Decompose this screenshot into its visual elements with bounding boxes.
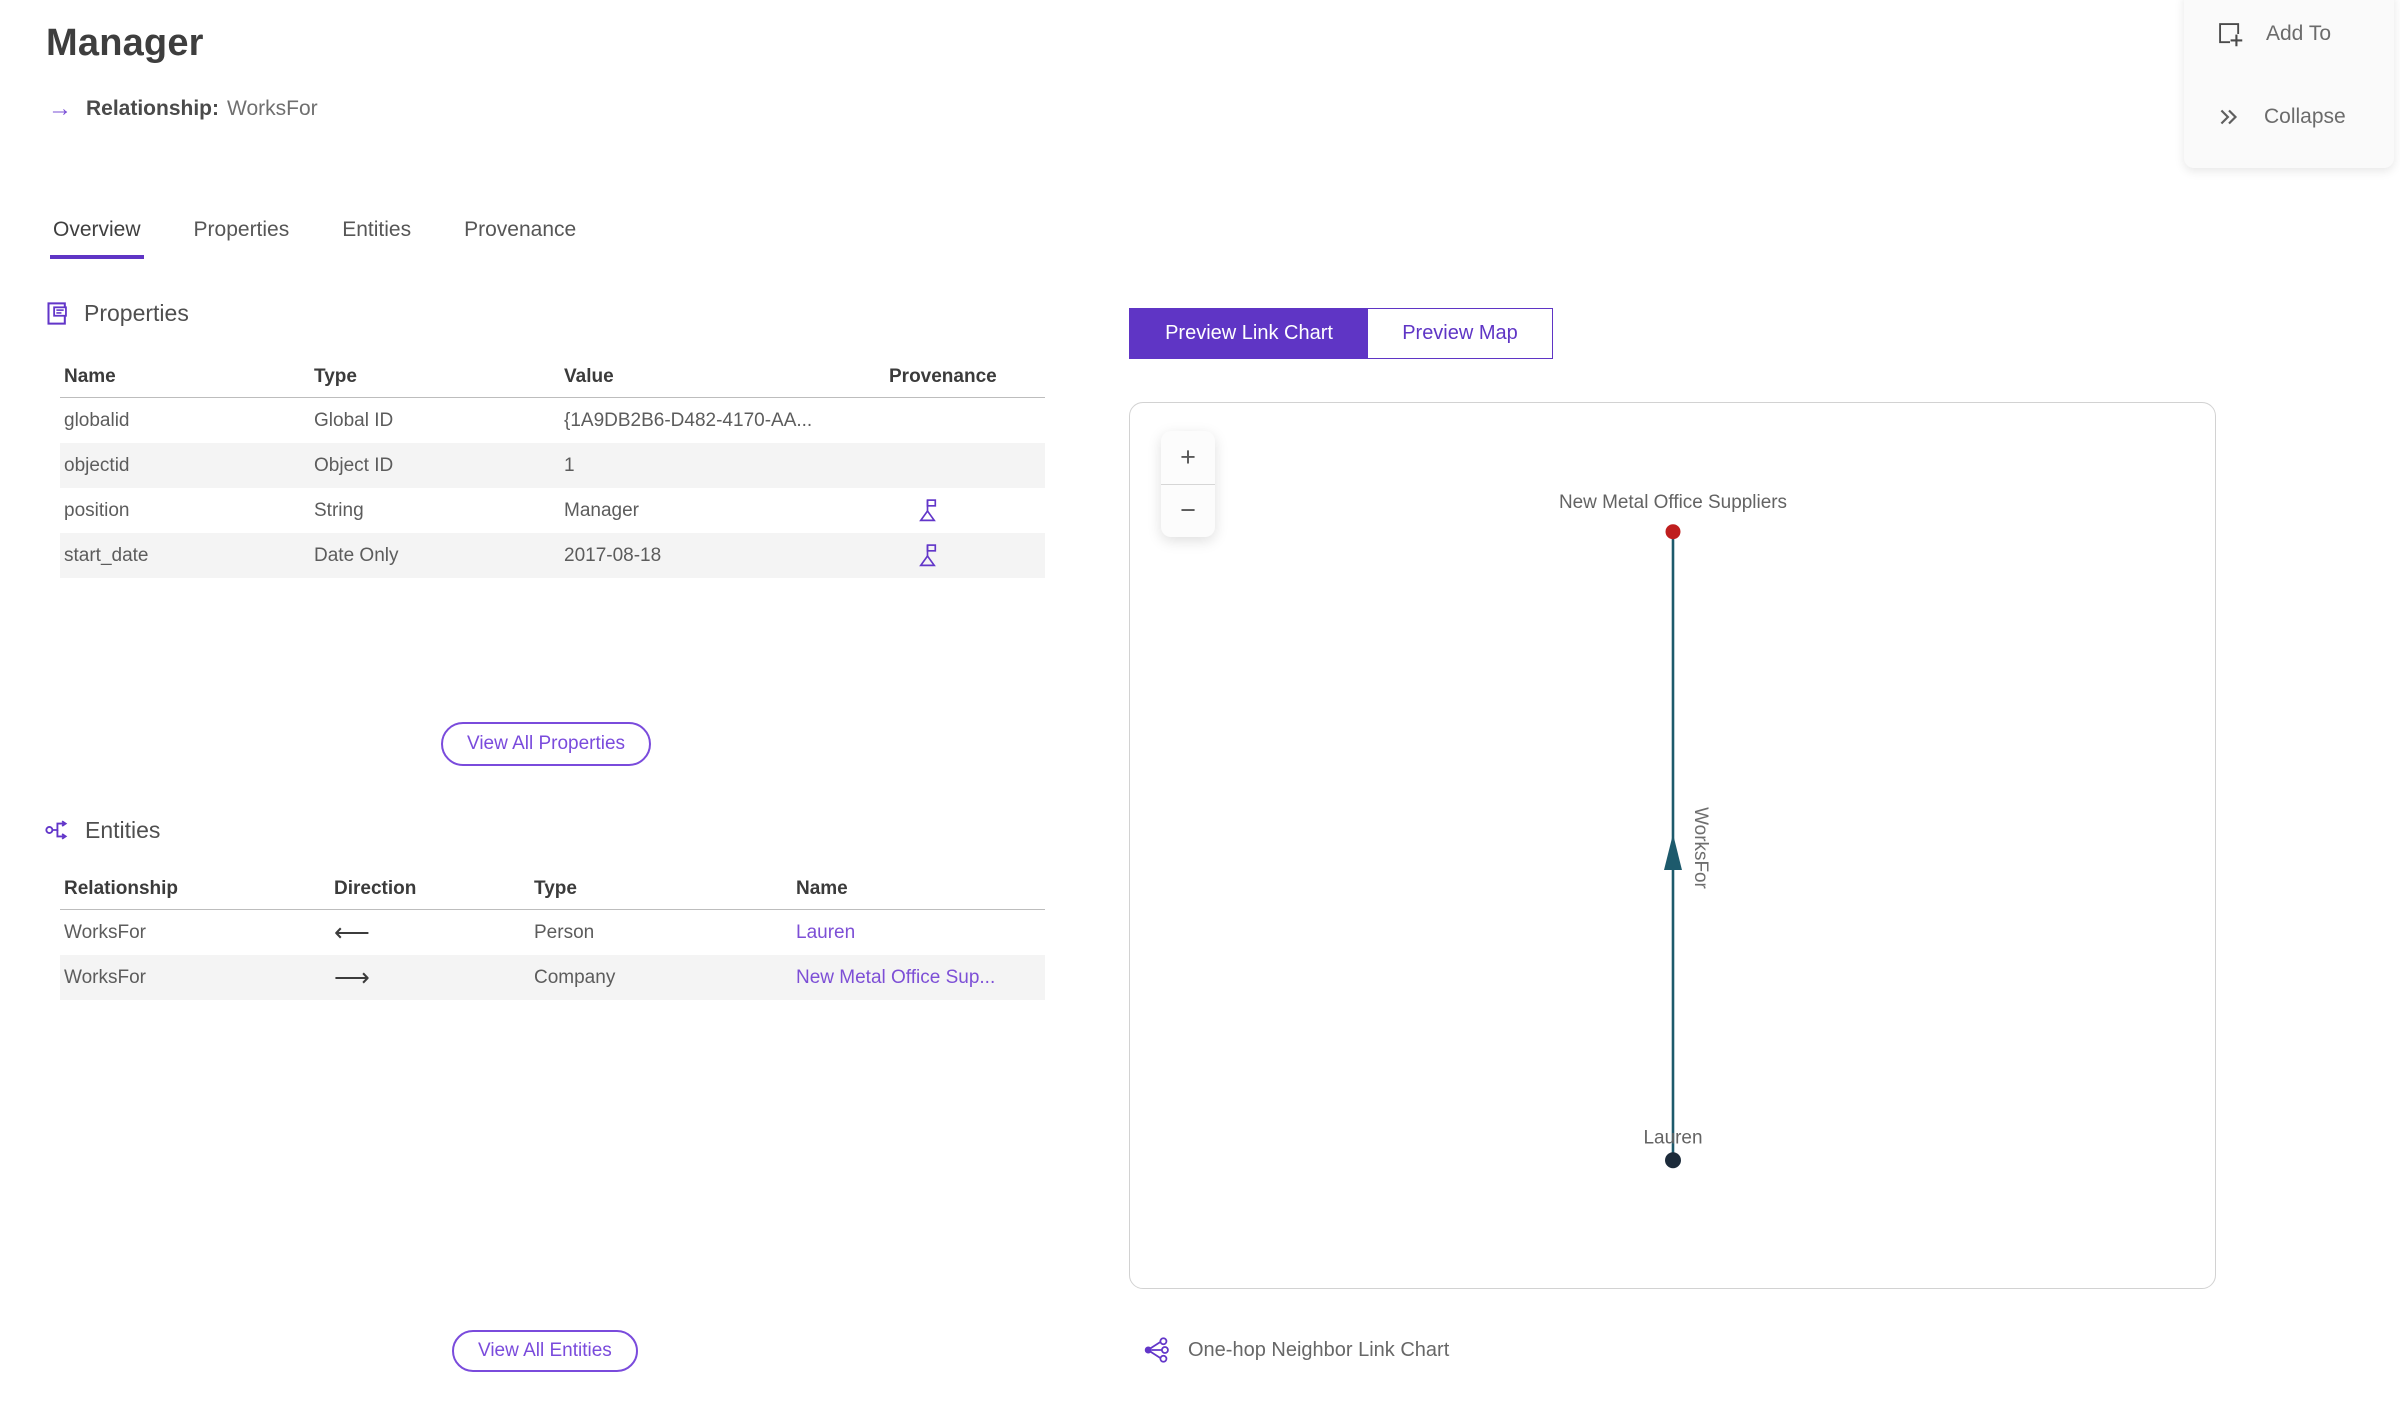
entities-icon [45,820,68,840]
tab-provenance[interactable]: Provenance [461,218,579,259]
collapse-button[interactable]: Collapse [2216,104,2346,130]
node-label-person: Lauren [1644,1127,1703,1148]
node-company[interactable] [1665,524,1681,540]
chart-caption-label: One-hop Neighbor Link Chart [1188,1338,1450,1361]
table-row: globalid Global ID {1A9DB2B6-D482-4170-A… [60,398,1045,443]
node-person[interactable] [1665,1152,1681,1169]
entity-type: Person [534,921,595,943]
zoom-out-button[interactable]: − [1161,485,1215,538]
zoom-in-button[interactable]: + [1161,431,1215,485]
entity-relationship: WorksFor [64,966,146,988]
property-value: Manager [564,499,639,521]
property-provenance [885,497,1045,524]
table-row: WorksFor ⟶ Company New Metal Office Sup.… [60,955,1045,1000]
view-all-properties-button[interactable]: View All Properties [441,722,652,766]
actions-card: Add To Collapse [2184,0,2394,168]
col-header-name: Name [64,365,116,387]
relationship-detail-page: Manager → Relationship: WorksFor Add To … [0,0,2400,1401]
entities-section-header: Entities [44,816,160,844]
properties-section-title: Properties [84,300,189,326]
property-type: Global ID [314,409,394,431]
preview-map-button[interactable]: Preview Map [1368,309,1552,358]
add-to-button[interactable]: Add To [2216,20,2331,48]
properties-table: Name Type Value Provenance globalid Glob… [60,356,1045,578]
property-name: globalid [64,409,130,431]
property-value: 1 [564,454,575,476]
tab-properties[interactable]: Properties [191,218,293,259]
link-chart-canvas[interactable]: New Metal Office Suppliers WorksFor Laur… [1130,403,2215,1288]
table-row: start_date Date Only 2017-08-18 [60,533,1045,578]
preview-toggle: Preview Link Chart Preview Map [1129,308,1553,359]
page-title: Manager [46,22,204,64]
collapse-label: Collapse [2264,105,2346,128]
table-row: position String Manager [60,488,1045,533]
tab-overview[interactable]: Overview [50,218,144,259]
entities-table: Relationship Direction Type Name WorksFo… [60,868,1045,1000]
relationship-subtitle: → Relationship: WorksFor [48,97,318,121]
chart-caption: One-hop Neighbor Link Chart [1142,1336,1449,1364]
entities-table-header: Relationship Direction Type Name [60,868,1045,910]
provenance-flag-icon[interactable] [915,497,940,524]
view-all-entities-button[interactable]: View All Entities [452,1330,638,1372]
chevrons-right-icon [2220,109,2238,125]
col-header-type: Type [534,877,577,899]
entity-relationship: WorksFor [64,921,146,943]
property-name: objectid [64,454,130,476]
entity-name-link[interactable]: Lauren [796,922,855,943]
edge-label: WorksFor [1690,807,1711,889]
node-label-company: New Metal Office Suppliers [1559,492,1787,513]
col-header-name: Name [796,877,848,899]
tab-entities[interactable]: Entities [339,218,414,259]
col-header-direction: Direction [334,877,417,899]
col-header-type: Type [314,365,357,387]
preview-link-chart-button[interactable]: Preview Link Chart [1130,309,1368,358]
link-chart-panel[interactable]: New Metal Office Suppliers WorksFor Laur… [1129,402,2216,1289]
properties-section-header: Properties [44,300,189,327]
property-name: start_date [64,544,149,566]
property-name: position [64,499,130,521]
property-value: {1A9DB2B6-D482-4170-AA... [564,409,813,431]
col-header-relationship: Relationship [64,877,179,899]
table-row: WorksFor ⟵ Person Lauren [60,910,1045,955]
property-type: Object ID [314,454,394,476]
table-row: objectid Object ID 1 [60,443,1045,488]
add-to-icon [2219,23,2244,48]
tab-bar: Overview Properties Entities Provenance [50,218,579,259]
property-type: String [314,499,364,521]
direction-arrow-left-icon: ⟵ [334,918,370,947]
one-hop-link-chart-icon [1144,1337,1169,1363]
col-header-provenance: Provenance [889,365,997,387]
relationship-arrow-icon: → [48,95,72,122]
provenance-flag-icon[interactable] [915,542,940,569]
properties-table-header: Name Type Value Provenance [60,356,1045,398]
entities-section-title: Entities [85,816,161,843]
add-to-label: Add To [2266,22,2331,45]
property-type: Date Only [314,544,399,566]
col-header-value: Value [564,365,614,387]
entity-type: Company [534,966,616,988]
entity-name-link[interactable]: New Metal Office Sup... [796,967,995,988]
property-value: 2017-08-18 [564,544,662,566]
zoom-control: + − [1161,431,1215,537]
relationship-label: Relationship: [86,97,220,120]
direction-arrow-right-icon: ⟶ [334,963,370,992]
property-provenance [885,542,1045,569]
relationship-value: WorksFor [227,97,318,120]
properties-icon [47,302,67,325]
